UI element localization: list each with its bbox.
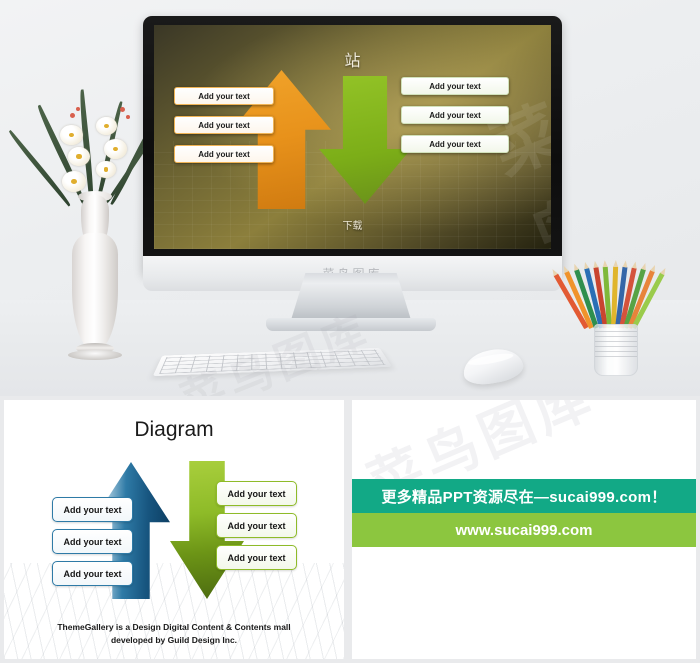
desk-photo-mockup: 站 Add your text Add your text Add your t… (0, 0, 700, 396)
slide-right-textbox[interactable]: Add your text (401, 135, 509, 153)
bottom-panels: Diagram Add your text Add your text Add … (0, 396, 700, 663)
promo-site-url: www.sucai999.com (455, 521, 593, 539)
slide-left-textbox[interactable]: Add your text (174, 145, 274, 163)
cup-ribs (595, 327, 637, 357)
monitor-screen: 站 Add your text Add your text Add your t… (154, 25, 551, 249)
flower-icon (68, 147, 90, 166)
vase-base (68, 350, 122, 360)
slide-right-textbox[interactable]: Add your text (401, 106, 509, 124)
slide-left-textbox[interactable]: Add your text (174, 116, 274, 134)
promo-banner-top: 更多精品PPT资源尽在—sucai999.com！ (352, 479, 696, 513)
imac-monitor: 站 Add your text Add your text Add your t… (143, 16, 562, 291)
flower-icon (96, 161, 116, 178)
slide-left-textbox[interactable]: Add your text (174, 87, 274, 105)
flower-icon (104, 139, 127, 159)
diagram-right-textbox[interactable]: Add your text (216, 513, 297, 538)
flower-icon (62, 171, 86, 192)
flower-vase (6, 85, 156, 370)
flower-icon (60, 125, 83, 145)
pencil-cup (553, 256, 665, 376)
vase-body (72, 233, 118, 351)
monitor-stand-neck (291, 273, 411, 320)
promo-banner-top-text: 更多精品PPT资源尽在—sucai999.com！ (381, 488, 667, 506)
diagram-panel: Diagram Add your text Add your text Add … (4, 400, 344, 659)
bud-icon (70, 113, 75, 118)
bud-icon (120, 107, 125, 112)
bud-icon (76, 107, 80, 111)
diagram-caption: ThemeGallery is a Design Digital Content… (4, 621, 344, 647)
screenshot-root: 站 Add your text Add your text Add your t… (0, 0, 700, 663)
diagram-caption-line2: developed by Guild Design Inc. (110, 634, 238, 645)
page-title: Diagram (134, 418, 214, 441)
slide-footer-label: 下载 (342, 221, 363, 232)
monitor-stand-foot (266, 318, 436, 331)
diagram-left-textbox[interactable]: Add your text (52, 529, 133, 554)
promo-panel: 菜鸟图库 更多精品PPT资源尽在—sucai999.com！ www.sucai… (352, 400, 696, 659)
diagram-left-textbox[interactable]: Add your text (52, 561, 133, 586)
diagram-left-textbox[interactable]: Add your text (52, 497, 133, 522)
slide-title: 站 (344, 53, 361, 70)
promo-banner-bottom[interactable]: www.sucai999.com (352, 513, 696, 547)
diagram-caption-line1: ThemeGallery is a Design Digital Content… (57, 621, 291, 632)
flower-icon (96, 117, 117, 135)
diagram-right-textbox[interactable]: Add your text (216, 545, 297, 570)
diagram-right-textbox[interactable]: Add your text (216, 481, 297, 506)
glass-cup (594, 324, 638, 376)
bud-icon (126, 115, 130, 119)
slide-right-textbox[interactable]: Add your text (401, 77, 509, 95)
